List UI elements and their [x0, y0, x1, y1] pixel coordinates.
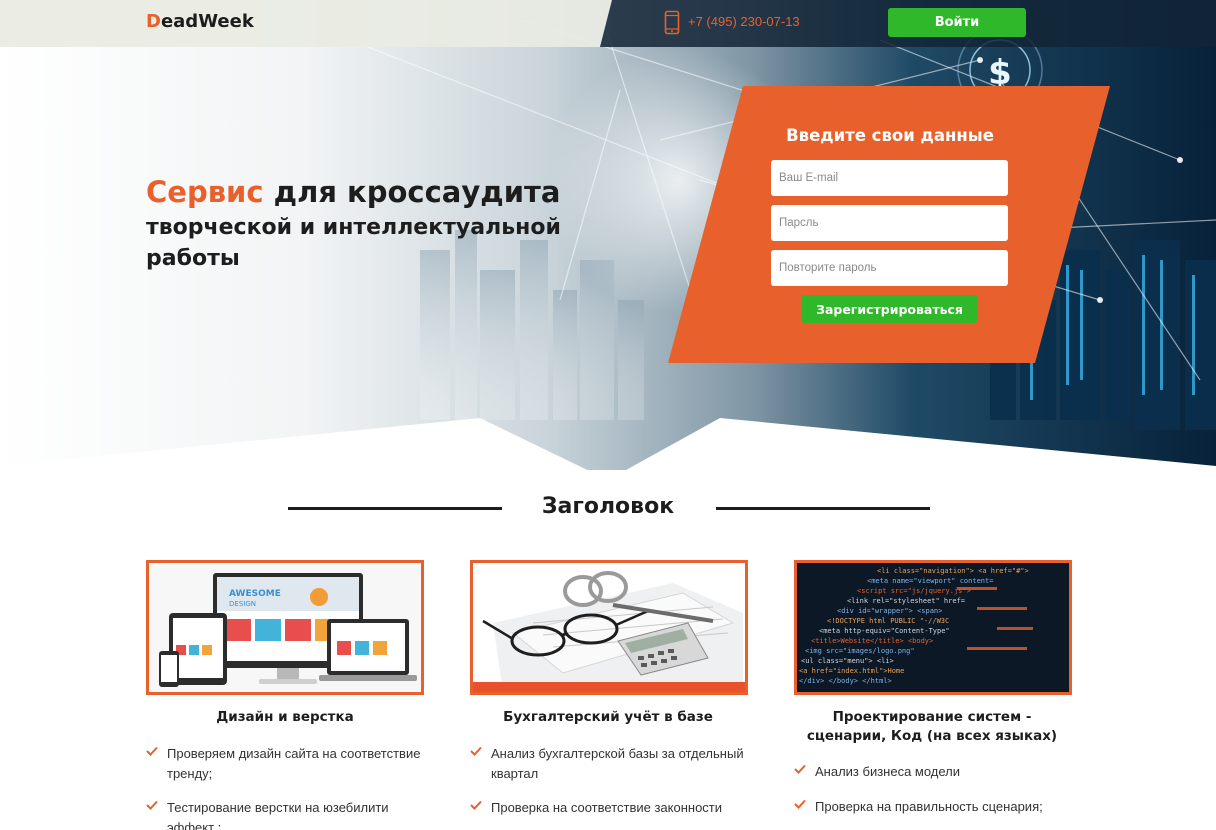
svg-text:<div id="wrapper"> <span>: <div id="wrapper"> <span>	[837, 607, 942, 615]
logo[interactable]: DeadWeek	[146, 11, 254, 32]
form-title: Введите свои данные	[786, 126, 994, 145]
card-code-title-line1: Проектирование систем -	[832, 709, 1032, 725]
hero-title-line: Сервис для кроссаудита	[146, 172, 626, 212]
repeat-password-field[interactable]	[771, 250, 1008, 286]
card-code-image: <li class="navigation"> <a href="#"> <me…	[794, 560, 1072, 695]
card-code-title: Проектирование систем - сценарии, Код (н…	[772, 708, 1092, 746]
svg-text:<a href="index.html">Home: <a href="index.html">Home	[799, 667, 904, 675]
feature-text: Проверка на соответствие законности	[491, 800, 723, 815]
logo-text: eadWeek	[160, 11, 254, 32]
check-icon	[794, 799, 806, 809]
heading-divider-left	[288, 507, 502, 510]
svg-text:<meta http-equiv="Content-Type: <meta http-equiv="Content-Type"	[819, 627, 950, 635]
hero-title-rest: для кроссаудита	[263, 175, 561, 209]
svg-text:</div> </body> </html>: </div> </body> </html>	[799, 677, 892, 685]
email-field[interactable]	[771, 160, 1008, 196]
login-button[interactable]: Войти	[888, 8, 1026, 37]
card-accounting-title: Бухгалтерский учёт в базе	[503, 709, 713, 725]
hero-subtitle-line2: работы	[146, 246, 240, 271]
svg-text:<ul class="menu"> <li>: <ul class="menu"> <li>	[801, 657, 894, 665]
hero-title-accent: Сервис	[146, 175, 264, 209]
feature-text: Проверяем дизайн сайта на соответствие т…	[167, 746, 421, 781]
card-accounting-image	[470, 560, 748, 695]
phone-number[interactable]: +7 (495) 230-07-13	[688, 14, 800, 29]
logo-accent: D	[146, 11, 161, 32]
svg-text:<meta name="viewport" content=: <meta name="viewport" content=	[867, 577, 993, 585]
card-code-title-line2: сценарии, Код (на всех языках)	[806, 728, 1058, 744]
feature-text: Анализ бизнеса модели	[815, 764, 961, 779]
password-field[interactable]	[771, 205, 1008, 241]
phone-icon	[664, 10, 680, 35]
hero-title: Сервис для кроссаудита творческой и инте…	[146, 172, 626, 274]
svg-text:<title>Website</title> <body>: <title>Website</title> <body>	[811, 637, 933, 645]
card-design-image: AWESOME DESIGN	[146, 560, 424, 695]
check-icon	[146, 800, 158, 810]
hero-subtitle-line1: творческой и интеллектуальной	[146, 215, 561, 240]
svg-text:<img src="images/logo.png": <img src="images/logo.png"	[805, 647, 915, 655]
check-icon	[470, 800, 482, 810]
card-design-title: Дизайн и верстка	[216, 709, 354, 725]
check-icon	[794, 764, 806, 774]
svg-text:<!DOCTYPE html PUBLIC "-//W3C: <!DOCTYPE html PUBLIC "-//W3C	[827, 617, 949, 625]
svg-text:<link rel="stylesheet" href=: <link rel="stylesheet" href=	[847, 597, 965, 605]
register-button[interactable]: Зарегистрироваться	[802, 295, 977, 323]
feature-text: Проверка на правильность сценария;	[815, 799, 1043, 814]
section-title: Заголовок	[541, 494, 675, 519]
feature-text: Анализ бухгалтерской базы за отдельный к…	[491, 746, 744, 781]
svg-text:<script src="js/jquery.js">: <script src="js/jquery.js">	[857, 587, 971, 595]
heading-divider-right	[716, 507, 930, 510]
svg-text:AWESOME: AWESOME	[229, 589, 281, 599]
site-header: DeadWeek +7 (495) 230-07-13 Войти	[0, 0, 1216, 47]
feature-text: Тестирование верстки на юзебилити эффект…	[167, 800, 389, 830]
check-icon	[470, 746, 482, 756]
check-icon	[146, 746, 158, 756]
svg-text:<li class="navigation"> <a hre: <li class="navigation"> <a href="#">	[877, 567, 1029, 575]
svg-text:DESIGN: DESIGN	[229, 600, 256, 608]
